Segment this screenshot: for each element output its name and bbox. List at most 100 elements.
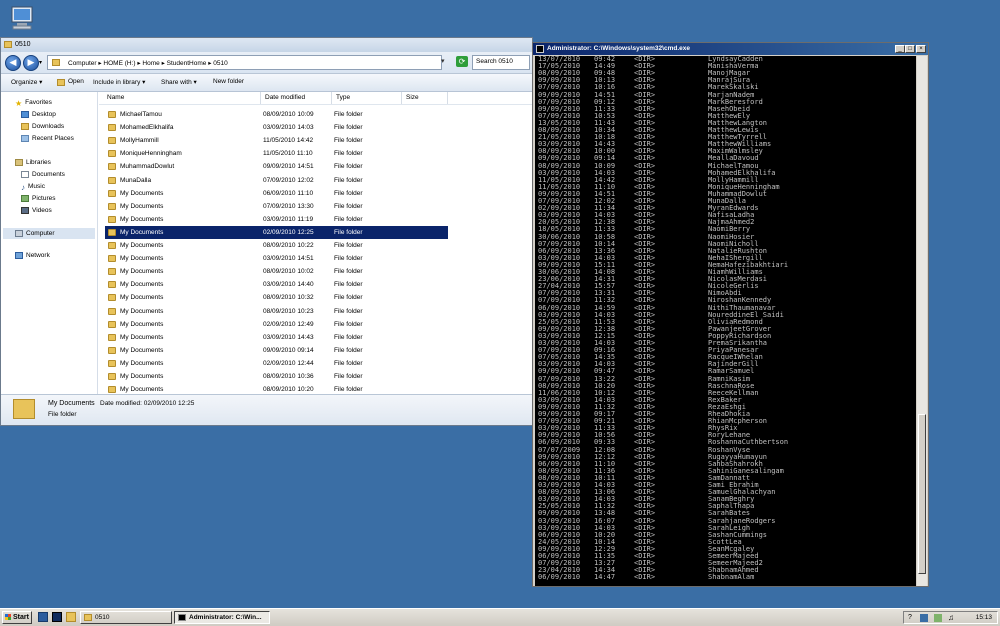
file-row[interactable]: MuhammadDowlut 09/09/2010 14:51 File folde… <box>105 160 448 173</box>
command-bar: Organize ▾ Open Include in library ▾ Sha… <box>1 74 532 92</box>
search-placeholder: Search 0510 <box>476 58 513 65</box>
address-field[interactable]: Computer ▸ HOME (H:) ▸ Home ▸ StudentHom… <box>47 55 442 70</box>
clock[interactable]: 15:13 <box>976 614 992 621</box>
open-button[interactable]: Open <box>68 78 84 85</box>
back-button[interactable]: ◀ <box>5 55 21 71</box>
nav-videos[interactable]: Videos <box>21 207 52 214</box>
organize-button[interactable]: Organize ▾ <box>11 78 42 86</box>
start-button[interactable]: Start <box>2 611 32 624</box>
folder-icon <box>108 111 116 118</box>
file-name: My Documents <box>120 386 164 394</box>
close-button[interactable]: × <box>916 45 926 53</box>
share-with-button[interactable]: Share with ▾ <box>161 78 197 86</box>
nav-recent-places[interactable]: Recent Places <box>21 135 74 142</box>
server-manager-icon[interactable] <box>38 612 48 622</box>
notification-icon[interactable] <box>920 614 928 622</box>
address-bar-area: ◀ ▶ ▾ Computer ▸ HOME (H:) ▸ Home ▸ Stud… <box>1 52 532 74</box>
maximize-button[interactable]: □ <box>905 45 915 53</box>
console-name: ShabnamAlam <box>708 573 755 582</box>
nav-computer[interactable]: Computer <box>3 228 95 239</box>
file-row[interactable]: My Documents 03/09/2010 14:43 File folder <box>105 331 448 344</box>
minimize-button[interactable]: _ <box>895 45 905 53</box>
taskbar: Start 0510 Administrator: C:\Win... ? ♫ … <box>0 608 1000 626</box>
file-row[interactable]: My Documents 08/09/2010 10:02 File folder <box>105 265 448 278</box>
address-dropdown-icon[interactable]: ▾ <box>441 57 445 65</box>
header-divider <box>99 104 532 105</box>
nav-downloads[interactable]: Downloads <box>21 123 64 130</box>
folder-icon <box>108 294 116 302</box>
file-type: File folder <box>334 307 363 315</box>
file-row[interactable]: My Documents 08/09/2010 10:36 File folder <box>105 370 448 383</box>
volume-icon[interactable]: ♫ <box>948 613 954 622</box>
file-row[interactable]: My Documents 06/09/2010 11:10 File folder <box>105 187 448 200</box>
file-name: MohamedElkhalifa <box>120 124 174 132</box>
explorer-title-bar[interactable]: 0510 <box>1 38 532 52</box>
file-row[interactable]: My Documents 09/09/2010 09:14 File folder <box>105 344 448 357</box>
column-header-name[interactable]: Name <box>103 92 261 104</box>
powershell-icon[interactable] <box>52 612 62 622</box>
nav-network[interactable]: Network <box>15 252 50 259</box>
libraries-icon <box>15 159 23 166</box>
file-row[interactable]: MohamedElkhalifa 03/09/2010 14:03 File fol… <box>105 121 448 134</box>
nav-music[interactable]: ♪ Music <box>21 183 45 192</box>
search-input[interactable]: Search 0510 <box>472 55 530 70</box>
taskbar-item-cmd[interactable]: Administrator: C:\Win... <box>174 611 270 624</box>
file-date: 07/09/2010 13:30 <box>263 202 314 210</box>
folder-icon <box>13 399 35 419</box>
file-name: My Documents <box>120 255 164 263</box>
recent-pages-chevron-icon[interactable]: ▾ <box>39 59 42 66</box>
nav-network-label: Network <box>26 252 50 260</box>
nav-videos-label: Videos <box>32 207 52 215</box>
file-row[interactable]: My Documents 02/09/2010 12:49 File folder <box>105 318 448 331</box>
file-row[interactable]: MichaelTamou 08/09/2010 10:09 File folder <box>105 108 448 121</box>
nav-documents[interactable]: Documents <box>21 171 65 178</box>
nav-music-label: Music <box>28 183 45 191</box>
file-row[interactable]: My Documents 02/09/2010 12:25 File folder <box>104 224 449 240</box>
file-row[interactable]: My Documents 07/09/2010 13:30 File folder <box>105 200 448 213</box>
file-row[interactable]: My Documents 08/09/2010 10:20 File folder <box>105 383 448 394</box>
folder-icon <box>108 373 116 380</box>
help-icon[interactable]: ? <box>908 614 912 621</box>
forward-button[interactable]: ▶ <box>23 55 39 71</box>
file-date: 07/09/2010 12:02 <box>263 176 314 184</box>
refresh-button[interactable]: ⟳ <box>456 56 468 67</box>
include-in-library-button[interactable]: Include in library ▾ <box>93 78 145 86</box>
file-row[interactable]: My Documents 08/09/2010 10:32 File folder <box>105 291 448 304</box>
scrollbar-thumb[interactable] <box>918 414 926 574</box>
folder-icon <box>108 346 116 354</box>
nav-pictures[interactable]: Pictures <box>21 195 55 202</box>
new-folder-button[interactable]: New folder <box>213 78 244 85</box>
file-type: File folder <box>334 242 363 249</box>
taskbar-item-explorer[interactable]: 0510 <box>80 611 172 624</box>
console-output[interactable]: 13/07/2010 09:42 <DIR> LyndsayCadden 17/05/2… <box>535 56 916 586</box>
file-name: MuhammadDowlut <box>120 163 175 171</box>
folder-icon <box>108 215 116 223</box>
windows-logo-icon <box>5 614 11 620</box>
network-tray-icon[interactable] <box>934 614 942 622</box>
file-type: File folder <box>334 333 363 341</box>
column-header-size[interactable]: Size <box>402 92 448 104</box>
column-header-date[interactable]: Date modified <box>261 92 332 104</box>
folder-icon <box>108 124 116 132</box>
nav-libraries[interactable]: Libraries <box>15 159 51 166</box>
file-row[interactable]: My Documents 08/09/2010 10:23 File folder <box>105 305 448 318</box>
file-row[interactable]: My Documents 03/09/2010 14:51 File folder <box>105 252 448 265</box>
file-row[interactable]: My Documents 03/09/2010 14:40 File folder <box>105 278 448 291</box>
file-row[interactable]: My Documents 08/09/2010 10:22 File folder <box>105 239 448 252</box>
file-name: MoniqueHenningham <box>120 150 182 158</box>
nav-favorites[interactable]: ★ Favorites <box>15 99 52 108</box>
folder-icon <box>84 614 92 621</box>
recent-places-icon <box>21 135 29 142</box>
file-row[interactable]: My Documents 03/09/2010 11:19 File folder <box>105 213 448 226</box>
file-row[interactable]: MollyHammill 11/05/2010 14:42 File folder <box>105 134 448 147</box>
file-date: 09/09/2010 14:51 <box>263 163 314 171</box>
file-type: File folder <box>334 215 363 223</box>
column-header-type[interactable]: Type <box>332 92 402 104</box>
computer-desktop-icon[interactable] <box>6 4 38 34</box>
file-row[interactable]: MoniqueHenningham 11/05/2010 11:10 File fo… <box>105 147 448 160</box>
file-row[interactable]: MunaDalla 07/09/2010 12:02 File folder <box>105 174 448 187</box>
explorer-quicklaunch-icon[interactable] <box>66 612 76 622</box>
cmd-title-bar[interactable]: Administrator: C:\Windows\system32\cmd.e… <box>533 43 928 55</box>
nav-desktop[interactable]: Desktop <box>21 111 56 118</box>
file-row[interactable]: My Documents 02/09/2010 12:44 File folder <box>105 357 448 370</box>
